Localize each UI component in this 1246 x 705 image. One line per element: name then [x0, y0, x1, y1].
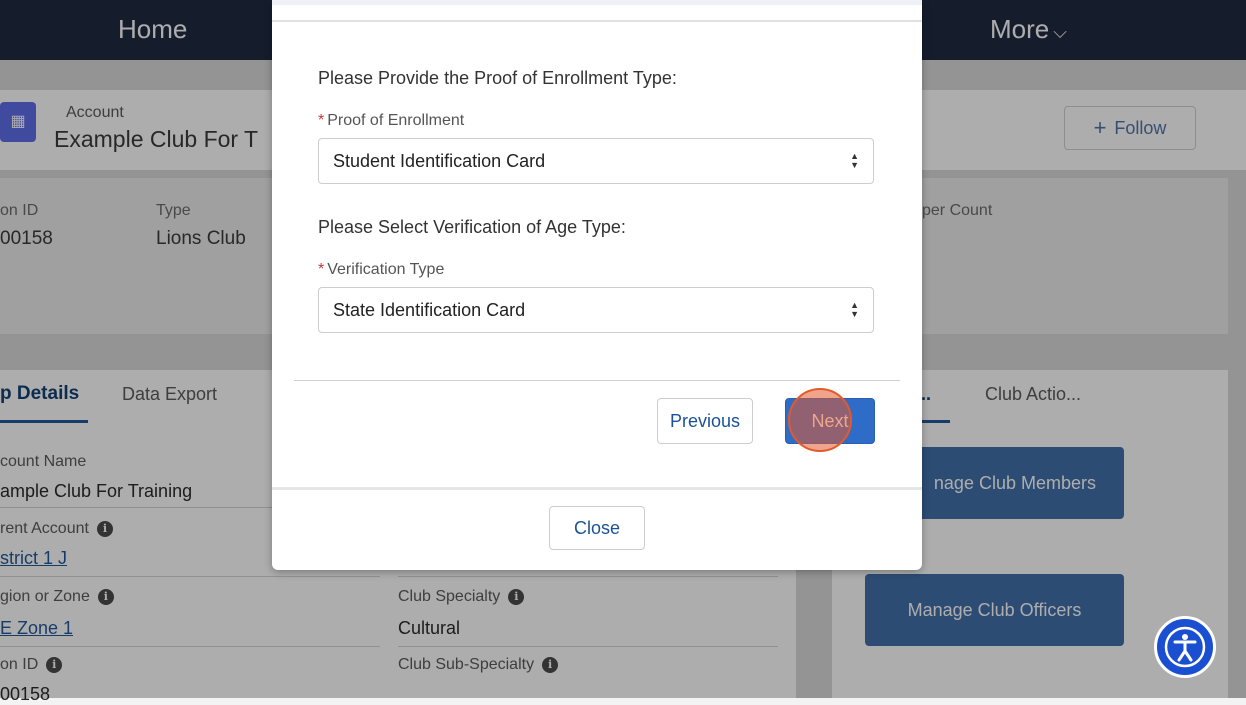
proof-question: Please Provide the Proof of Enrollment T… — [318, 68, 677, 88]
verification-type-select[interactable]: State Identification Card ▲ ▼ — [318, 287, 874, 333]
proof-of-enrollment-select[interactable]: Student Identification Card ▲ ▼ — [318, 138, 874, 184]
sort-arrows-icon: ▲ ▼ — [850, 151, 859, 170]
click-indicator — [788, 388, 852, 452]
modal-header-divider — [272, 20, 922, 22]
proof-label-text: Proof of Enrollment — [327, 112, 465, 129]
close-button[interactable]: Close — [549, 506, 645, 550]
accessibility-icon — [1164, 626, 1206, 668]
proof-selected-value: Student Identification Card — [333, 150, 546, 171]
modal-close-divider — [272, 487, 922, 490]
modal-header-strip — [272, 0, 922, 5]
age-selected-value: State Identification Card — [333, 299, 526, 320]
age-label-text: Verification Type — [327, 261, 445, 278]
age-label: * Verification Type — [318, 261, 444, 279]
required-marker: * — [318, 112, 325, 129]
age-question: Please Select Verification of Age Type: — [318, 217, 626, 237]
enrollment-modal: Please Provide the Proof of Enrollment T… — [272, 0, 922, 570]
accessibility-button[interactable] — [1154, 616, 1216, 678]
proof-label: * Proof of Enrollment — [318, 112, 464, 130]
required-marker: * — [318, 261, 325, 278]
modal-footer-divider — [294, 380, 900, 381]
previous-button[interactable]: Previous — [657, 398, 753, 444]
sort-arrows-icon: ▲ ▼ — [850, 300, 859, 319]
